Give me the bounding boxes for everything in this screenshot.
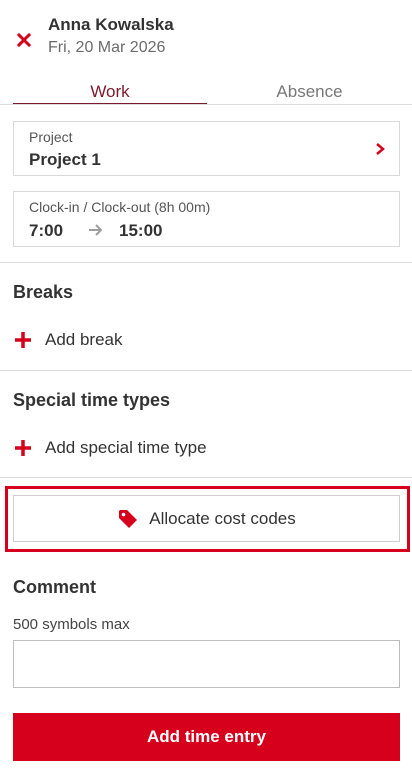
entry-date: Fri, 20 Mar 2026 [48, 39, 166, 56]
section-divider [0, 370, 412, 371]
clock-in-out-field: Clock-in / Clock-out (8h 00m) 7:00 15:00 [13, 191, 400, 247]
time-entry-screen: Anna Kowalska Fri, 20 Mar 2026 Work Abse… [0, 0, 412, 770]
close-button[interactable] [10, 26, 38, 54]
chevron-right-icon [376, 143, 385, 155]
breaks-title: Breaks [13, 282, 74, 302]
comment-input[interactable] [13, 640, 400, 688]
add-break-button[interactable]: Add break [13, 327, 123, 353]
add-special-time-type-button[interactable]: Add special time type [13, 435, 207, 461]
arrow-right-icon [89, 224, 103, 236]
plus-icon [15, 440, 31, 456]
comment-hint: 500 symbols max [13, 616, 130, 633]
add-break-label: Add break [45, 330, 123, 349]
allocate-cost-codes-label: Allocate cost codes [149, 508, 296, 528]
comment-title: Comment [13, 577, 97, 597]
project-label: Project [29, 129, 73, 145]
special-time-types-title: Special time types [13, 390, 171, 410]
project-value: Project 1 [29, 150, 101, 169]
tabs-divider [0, 104, 412, 105]
section-divider [0, 262, 412, 263]
tab-work[interactable]: Work [13, 78, 207, 105]
project-selector[interactable]: Project Project 1 [13, 121, 400, 176]
user-name: Anna Kowalska [48, 15, 174, 34]
tab-bar: Work Absence [13, 78, 412, 105]
section-divider [0, 477, 412, 478]
clock-label: Clock-in / Clock-out (8h 00m) [29, 199, 211, 215]
close-icon [17, 33, 31, 47]
clock-out-time[interactable]: 15:00 [119, 221, 162, 241]
header: Anna Kowalska Fri, 20 Mar 2026 [0, 0, 412, 70]
plus-icon [15, 332, 31, 348]
allocate-cost-codes-button[interactable]: Allocate cost codes [13, 495, 400, 542]
tab-absence[interactable]: Absence [207, 78, 412, 105]
add-time-entry-button[interactable]: Add time entry [13, 713, 400, 761]
add-special-time-type-label: Add special time type [45, 438, 207, 457]
tag-icon [119, 509, 138, 528]
clock-in-time[interactable]: 7:00 [29, 221, 63, 241]
